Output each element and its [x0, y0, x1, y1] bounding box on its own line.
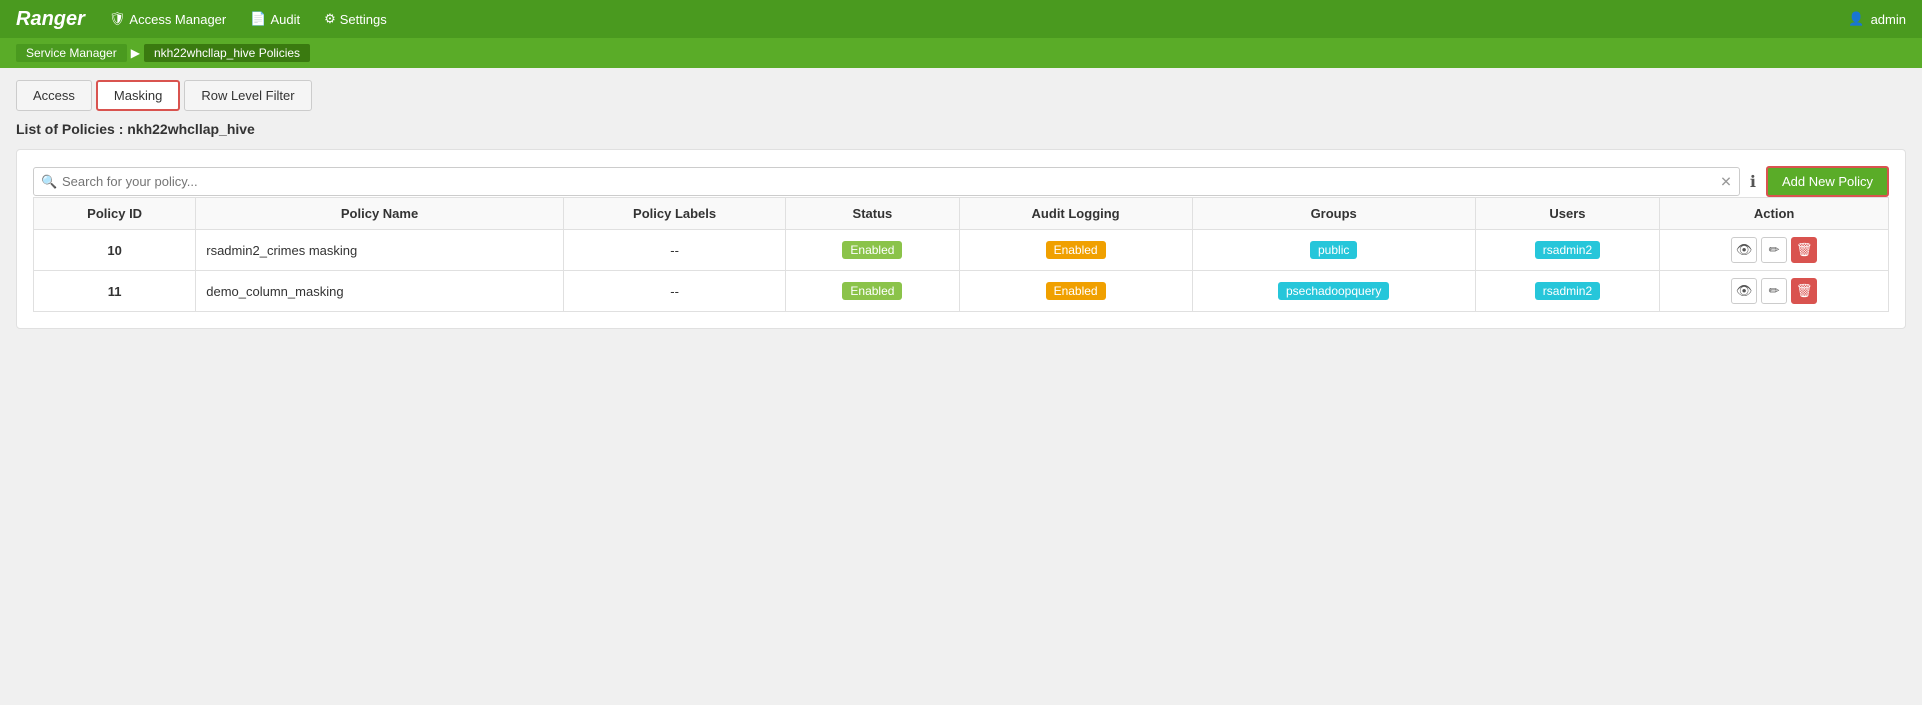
nav-audit[interactable]: 📄 Audit	[250, 11, 300, 27]
cell-status: Enabled	[786, 271, 959, 312]
doc-icon: 📄	[250, 11, 266, 27]
cell-action: 👁 ✏ 🗑	[1660, 230, 1889, 271]
cell-policy-name: demo_column_masking	[196, 271, 564, 312]
search-add-row: 🔍 ✕ ℹ Add New Policy	[33, 166, 1889, 197]
breadcrumb-service-manager[interactable]: Service Manager	[16, 44, 127, 62]
cell-users: rsadmin2	[1475, 230, 1660, 271]
table-row: 10 rsadmin2_crimes masking -- Enabled En…	[34, 230, 1889, 271]
delete-button[interactable]: 🗑	[1791, 278, 1817, 304]
breadcrumb: Service Manager ▶ nkh22whcllap_hive Poli…	[0, 38, 1922, 68]
cell-action: 👁 ✏ 🗑	[1660, 271, 1889, 312]
delete-button[interactable]: 🗑	[1791, 237, 1817, 263]
col-header-policy-name: Policy Name	[196, 198, 564, 230]
cell-status: Enabled	[786, 230, 959, 271]
info-icon[interactable]: ℹ	[1750, 172, 1756, 192]
col-header-action: Action	[1660, 198, 1889, 230]
search-icon: 🔍	[41, 174, 57, 190]
tab-access[interactable]: Access	[16, 80, 92, 111]
tab-masking[interactable]: Masking	[96, 80, 180, 111]
table-row: 11 demo_column_masking -- Enabled Enable…	[34, 271, 1889, 312]
add-new-policy-button[interactable]: Add New Policy	[1766, 166, 1889, 197]
cell-audit-logging: Enabled	[959, 230, 1192, 271]
col-header-policy-id: Policy ID	[34, 198, 196, 230]
cell-policy-id: 10	[34, 230, 196, 271]
view-button[interactable]: 👁	[1731, 237, 1757, 263]
cell-groups: public	[1192, 230, 1475, 271]
cell-policy-labels: --	[563, 271, 785, 312]
main-content: Access Masking Row Level Filter List of …	[0, 68, 1922, 341]
view-button[interactable]: 👁	[1731, 278, 1757, 304]
col-header-groups: Groups	[1192, 198, 1475, 230]
table-header-row: Policy ID Policy Name Policy Labels Stat…	[34, 198, 1889, 230]
brand-logo: Ranger	[16, 8, 85, 31]
breadcrumb-arrow: ▶	[131, 46, 140, 60]
col-header-policy-labels: Policy Labels	[563, 198, 785, 230]
search-area: 🔍 ✕ ℹ Add New Policy Policy ID Policy Na…	[16, 149, 1906, 329]
user-menu[interactable]: 👤 admin	[1848, 11, 1906, 27]
col-header-audit-logging: Audit Logging	[959, 198, 1192, 230]
cell-policy-labels: --	[563, 230, 785, 271]
tab-row-level-filter[interactable]: Row Level Filter	[184, 80, 311, 111]
col-header-status: Status	[786, 198, 959, 230]
search-input[interactable]	[33, 167, 1740, 196]
user-icon: 👤	[1848, 11, 1864, 27]
edit-button[interactable]: ✏	[1761, 237, 1787, 263]
edit-button[interactable]: ✏	[1761, 278, 1787, 304]
cell-groups: psechadoopquery	[1192, 271, 1475, 312]
top-nav: Ranger 🛡 Access Manager 📄 Audit ⚙ Settin…	[0, 0, 1922, 38]
breadcrumb-current[interactable]: nkh22whcllap_hive Policies	[144, 44, 310, 62]
cell-users: rsadmin2	[1475, 271, 1660, 312]
tabs: Access Masking Row Level Filter	[16, 80, 1906, 111]
nav-access-manager[interactable]: 🛡 Access Manager	[109, 11, 226, 27]
search-input-wrap: 🔍 ✕	[33, 167, 1740, 196]
cell-audit-logging: Enabled	[959, 271, 1192, 312]
page-title: List of Policies : nkh22whcllap_hive	[16, 121, 1906, 137]
policy-table: Policy ID Policy Name Policy Labels Stat…	[33, 197, 1889, 312]
col-header-users: Users	[1475, 198, 1660, 230]
nav-settings[interactable]: ⚙ Settings	[324, 11, 387, 27]
shield-icon: 🛡	[109, 11, 126, 27]
cell-policy-name: rsadmin2_crimes masking	[196, 230, 564, 271]
search-clear-icon[interactable]: ✕	[1720, 173, 1732, 190]
nav-left: Ranger 🛡 Access Manager 📄 Audit ⚙ Settin…	[16, 8, 387, 31]
gear-icon: ⚙	[324, 11, 336, 27]
cell-policy-id: 11	[34, 271, 196, 312]
